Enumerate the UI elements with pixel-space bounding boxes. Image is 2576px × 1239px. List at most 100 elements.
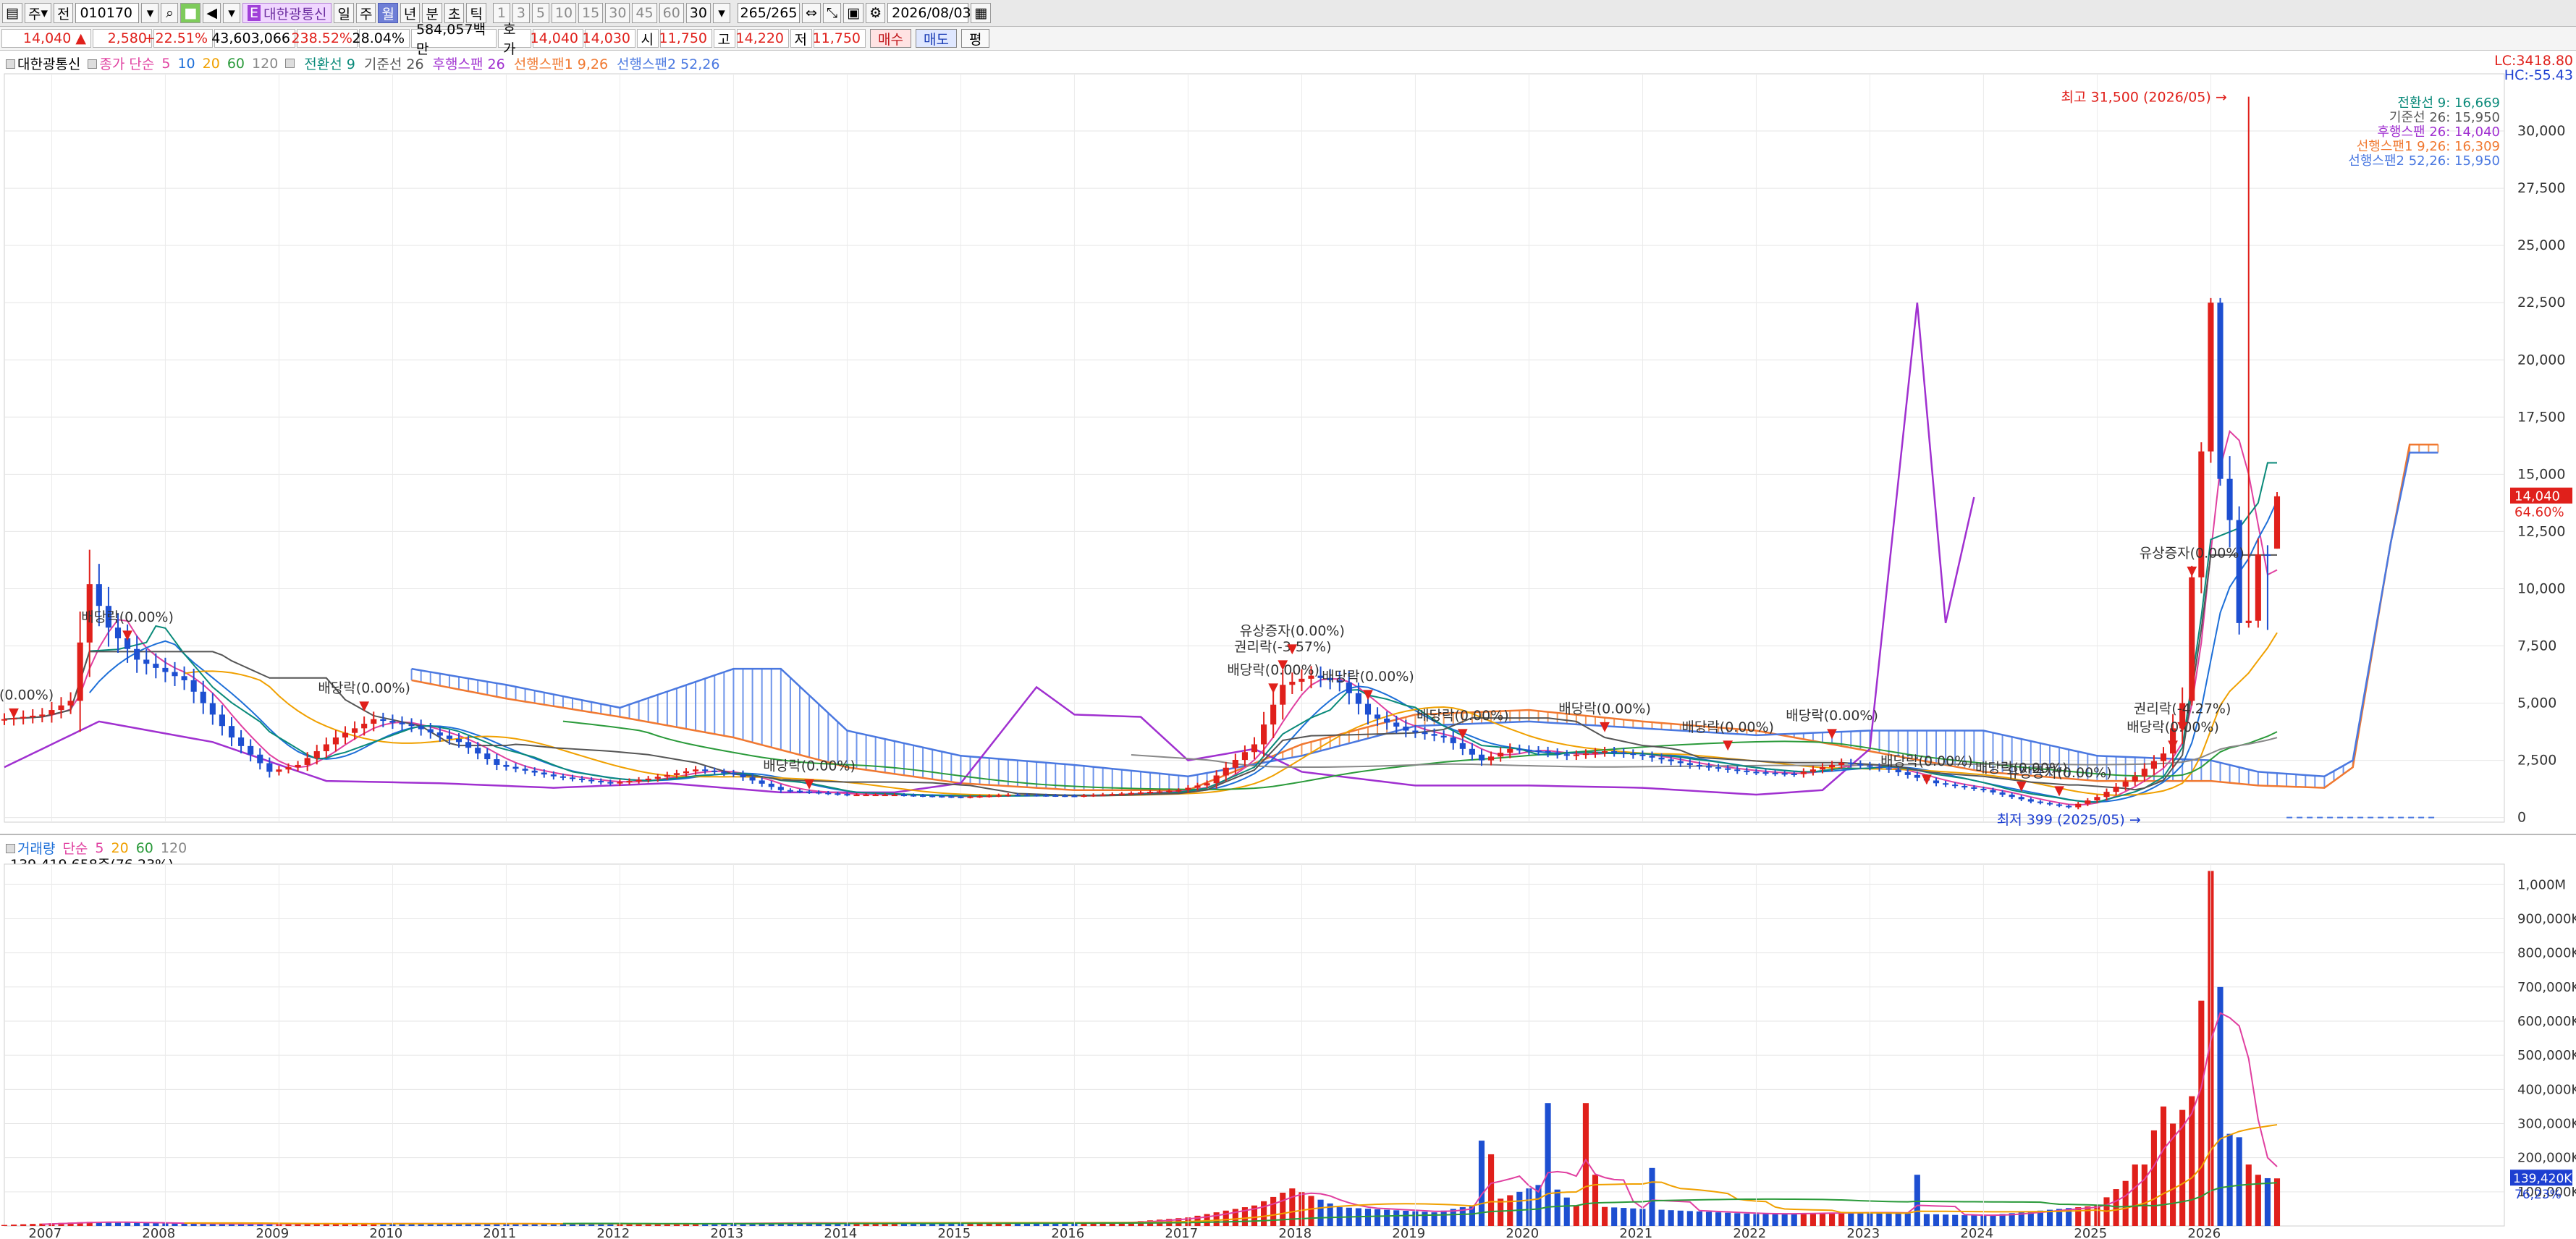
candle-body[interactable] [920, 795, 926, 797]
buy-button[interactable]: 매수 [870, 29, 911, 48]
candle-body[interactable] [1677, 761, 1684, 764]
volume-bar[interactable] [1705, 1211, 1713, 1226]
candle-body[interactable] [958, 796, 964, 798]
candle-body[interactable] [371, 719, 377, 724]
candle-body[interactable] [1961, 786, 1968, 788]
candle-body[interactable] [1232, 759, 1238, 768]
candle-body[interactable] [2056, 804, 2063, 806]
volume-bar[interactable] [1885, 1212, 1892, 1226]
candle-body[interactable] [1715, 767, 1722, 769]
candle-body[interactable] [522, 769, 528, 771]
candle-body[interactable] [162, 667, 169, 672]
volume-bar[interactable] [1744, 1213, 1750, 1226]
volume-bar[interactable] [2122, 1180, 2129, 1226]
candle-body[interactable] [1014, 795, 1021, 797]
period-tab[interactable]: 월 [378, 3, 398, 23]
candle-body[interactable] [494, 759, 500, 765]
volume-bar[interactable] [134, 1222, 140, 1226]
volume-bar[interactable] [1403, 1211, 1409, 1226]
candle-body[interactable] [1175, 790, 1182, 792]
candle-body[interactable] [1280, 685, 1286, 705]
sound-icon[interactable]: ◀ [203, 3, 221, 23]
candle-body[interactable] [1838, 762, 1845, 765]
candle-body[interactable] [1781, 773, 1788, 775]
candle-body[interactable] [2037, 801, 2043, 803]
candle-body[interactable] [1, 719, 8, 721]
candle-body[interactable] [967, 796, 974, 798]
candle-body[interactable] [1526, 749, 1532, 751]
candle-body[interactable] [1819, 767, 1826, 770]
candle-body[interactable] [1705, 766, 1713, 768]
candle-body[interactable] [1450, 737, 1456, 743]
volume-bar[interactable] [1440, 1210, 1447, 1226]
candle-body[interactable] [2122, 781, 2129, 787]
volume-bar[interactable] [1573, 1205, 1579, 1226]
candle-body[interactable] [995, 795, 1002, 797]
candle-body[interactable] [1431, 734, 1437, 736]
volume-bar[interactable] [1222, 1210, 1229, 1226]
period-select[interactable]: 주 ▾ [24, 3, 51, 23]
candle-body[interactable] [1099, 794, 1106, 796]
candle-body[interactable] [1043, 795, 1050, 797]
volume-bar[interactable] [1999, 1214, 2006, 1226]
candle-body[interactable] [455, 738, 463, 743]
candle-body[interactable] [1241, 752, 1248, 760]
candle-body[interactable] [285, 767, 292, 770]
volume-bar[interactable] [114, 1222, 122, 1226]
candle-body[interactable] [1507, 748, 1513, 753]
volume-bar[interactable] [1602, 1206, 1608, 1226]
candle-body[interactable] [114, 627, 122, 638]
volume-bar[interactable] [1829, 1212, 1836, 1226]
candle-body[interactable] [853, 795, 860, 797]
candle-body[interactable] [1459, 743, 1466, 749]
candle-body[interactable] [1222, 767, 1229, 776]
candle-body[interactable] [891, 795, 898, 797]
candle-body[interactable] [1563, 754, 1570, 756]
volume-bar[interactable] [1393, 1210, 1400, 1226]
interval-tab[interactable]: 60 [659, 3, 684, 23]
candle-body[interactable] [172, 672, 178, 677]
candle-body[interactable] [1213, 775, 1220, 784]
candle-body[interactable] [1488, 756, 1495, 761]
volume-bar[interactable] [1280, 1193, 1286, 1226]
candle-body[interactable] [446, 735, 452, 739]
candle-body[interactable] [579, 778, 586, 780]
candle-body[interactable] [1582, 753, 1589, 756]
candle-body[interactable] [67, 701, 74, 706]
volume-chart-svg[interactable]: 100,000K200,000K300,000K400,000K500,000K… [0, 835, 2576, 1239]
interval-value[interactable]: 30 [685, 3, 711, 23]
candle-body[interactable] [939, 795, 945, 798]
candle-body[interactable] [645, 778, 651, 780]
candle-body[interactable] [1800, 771, 1807, 774]
volume-bar[interactable] [1762, 1214, 1769, 1226]
mode-select[interactable]: 전 [53, 3, 74, 23]
candle-body[interactable] [134, 648, 140, 660]
volume-bar[interactable] [2160, 1106, 2167, 1226]
candle-body[interactable] [1554, 753, 1561, 755]
candle-body[interactable] [683, 771, 690, 774]
candle-body[interactable] [77, 642, 83, 701]
candle-body[interactable] [749, 777, 756, 781]
volume-bar[interactable] [1971, 1215, 1977, 1226]
interval-tab[interactable]: 30 [605, 3, 630, 23]
volume-bar[interactable] [2132, 1164, 2138, 1226]
volume-bar[interactable] [1649, 1167, 1655, 1226]
zoom-icon[interactable]: ⇔ [801, 3, 821, 23]
candle-body[interactable] [1753, 771, 1760, 774]
volume-bar[interactable] [1611, 1207, 1618, 1226]
candle-body[interactable] [465, 742, 472, 748]
volume-bar[interactable] [1848, 1212, 1854, 1226]
candle-body[interactable] [1999, 792, 2006, 795]
candle-body[interactable] [711, 770, 718, 772]
candle-body[interactable] [389, 721, 396, 723]
candle-body[interactable] [503, 764, 510, 767]
candle-body[interactable] [1478, 754, 1485, 761]
candle-body[interactable] [190, 680, 197, 692]
volume-bar[interactable] [1772, 1214, 1778, 1226]
volume-bar[interactable] [1621, 1208, 1627, 1226]
candle-body[interactable] [787, 790, 793, 792]
volume-bar[interactable] [1498, 1198, 1504, 1226]
volume-bar[interactable] [1725, 1212, 1731, 1226]
candle-body[interactable] [1355, 693, 1361, 704]
code-input[interactable]: 010170 [75, 3, 140, 23]
